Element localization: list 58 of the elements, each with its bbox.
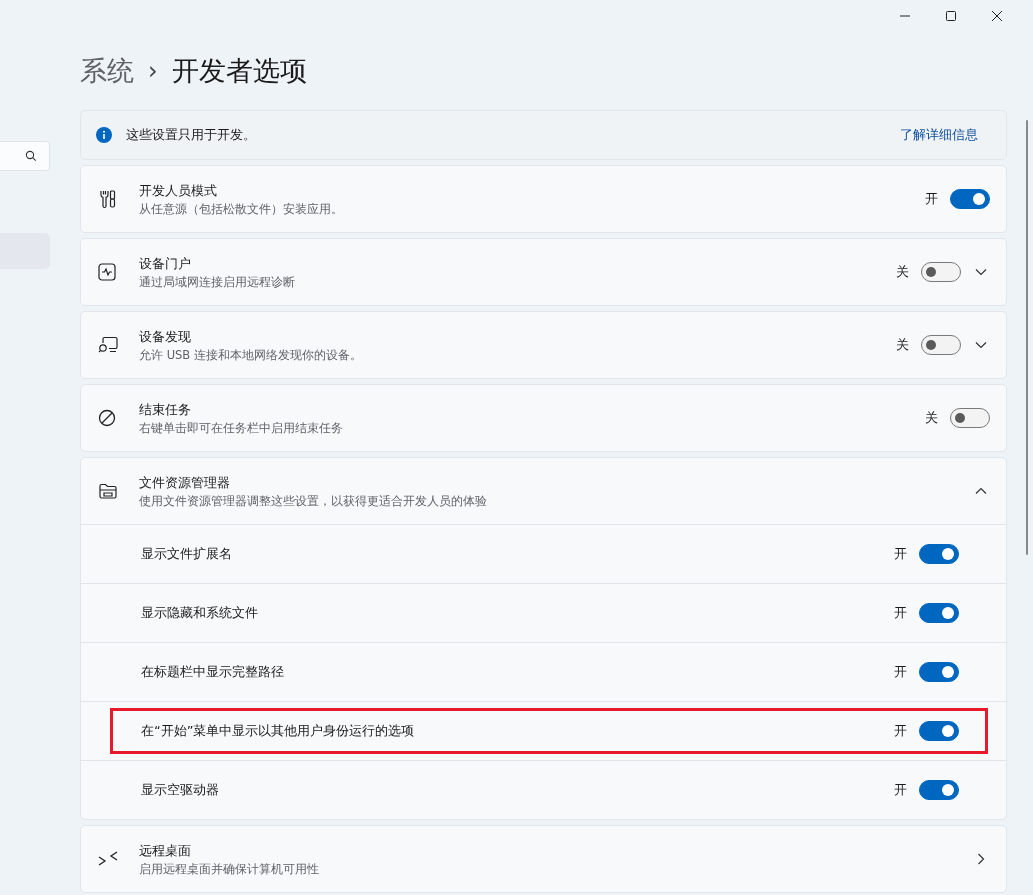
- setting-title: 结束任务: [139, 400, 192, 419]
- setting-row[interactable]: 远程桌面 启用远程桌面并确保计算机可用性: [81, 826, 1006, 892]
- toggle-switch[interactable]: [919, 603, 959, 623]
- setting-title: 远程桌面: [139, 841, 192, 860]
- sub-setting-title: 显示空驱动器: [141, 781, 220, 799]
- setting-description: 启用远程桌面并确保计算机可用性: [139, 861, 320, 877]
- setting-title: 文件资源管理器: [139, 473, 231, 492]
- info-text: 这些设置只用于开发。: [126, 126, 257, 144]
- search-icon: [25, 150, 37, 162]
- toggle-state-label: 关: [896, 263, 909, 281]
- breadcrumb-separator: ›: [148, 57, 158, 85]
- pulse-icon: [98, 263, 116, 281]
- setting-title: 设备发现: [139, 327, 192, 346]
- sub-setting-title: 显示隐藏和系统文件: [141, 604, 259, 622]
- setting-row[interactable]: 文件资源管理器 使用文件资源管理器调整这些设置，以获得更适合开发人员的体验: [81, 458, 1006, 524]
- scrollbar[interactable]: [1026, 120, 1028, 555]
- toggle-state-label: 开: [894, 722, 907, 740]
- setting-title: 设备门户: [139, 254, 192, 273]
- monitor-search-icon: [98, 336, 118, 354]
- setting-title: 开发人员模式: [139, 181, 218, 200]
- toggle-state-label: 开: [894, 545, 907, 563]
- toggle-switch[interactable]: [921, 262, 961, 282]
- sub-setting-title: 在标题栏中显示完整路径: [141, 663, 285, 681]
- remote-arrows-icon: [98, 850, 118, 868]
- toggle-state-label: 关: [925, 409, 938, 427]
- toggle-switch[interactable]: [921, 335, 961, 355]
- sub-setting-title: 在“开始”菜单中显示以其他用户身份运行的选项: [141, 722, 416, 740]
- toggle-state-label: 开: [894, 604, 907, 622]
- toggle-switch[interactable]: [919, 662, 959, 682]
- maximize-icon[interactable]: [945, 10, 957, 22]
- learn-more-link[interactable]: 了解详细信息: [900, 126, 978, 144]
- sub-setting-title: 显示文件扩展名: [141, 545, 233, 563]
- setting-description: 右键单击即可在任务栏中启用结束任务: [139, 420, 344, 436]
- setting-description: 从任意源（包括松散文件）安装应用。: [139, 201, 344, 217]
- setting-description: 通过局域网连接启用远程诊断: [139, 274, 296, 290]
- setting-description: 允许 USB 连接和本地网络发现你的设备。: [139, 347, 363, 363]
- toggle-switch[interactable]: [950, 189, 990, 209]
- close-icon[interactable]: [991, 10, 1003, 22]
- toggle-state-label: 开: [925, 190, 938, 208]
- setting-row[interactable]: 设备门户 通过局域网连接启用远程诊断 关: [81, 239, 1006, 305]
- info-icon: [96, 127, 112, 143]
- toggle-switch[interactable]: [919, 721, 959, 741]
- toggle-state-label: 开: [894, 663, 907, 681]
- toggle-state-label: 关: [896, 336, 909, 354]
- prohibited-icon: [98, 409, 116, 427]
- setting-description: 使用文件资源管理器调整这些设置，以获得更适合开发人员的体验: [139, 493, 488, 509]
- breadcrumb-parent[interactable]: 系统: [80, 53, 134, 89]
- setting-row[interactable]: 结束任务 右键单击即可在任务栏中启用结束任务 关: [81, 385, 1006, 451]
- page-title: 开发者选项: [171, 54, 307, 88]
- tools-icon: [98, 189, 118, 209]
- toggle-switch[interactable]: [950, 408, 990, 428]
- toggle-switch[interactable]: [919, 544, 959, 564]
- toggle-switch[interactable]: [919, 780, 959, 800]
- search-field[interactable]: [0, 141, 50, 171]
- setting-row[interactable]: 开发人员模式 从任意源（包括松散文件）安装应用。 开: [81, 166, 1006, 232]
- setting-row[interactable]: 设备发现 允许 USB 连接和本地网络发现你的设备。 关: [81, 312, 1006, 378]
- toggle-state-label: 开: [894, 781, 907, 799]
- folder-icon: [98, 482, 118, 500]
